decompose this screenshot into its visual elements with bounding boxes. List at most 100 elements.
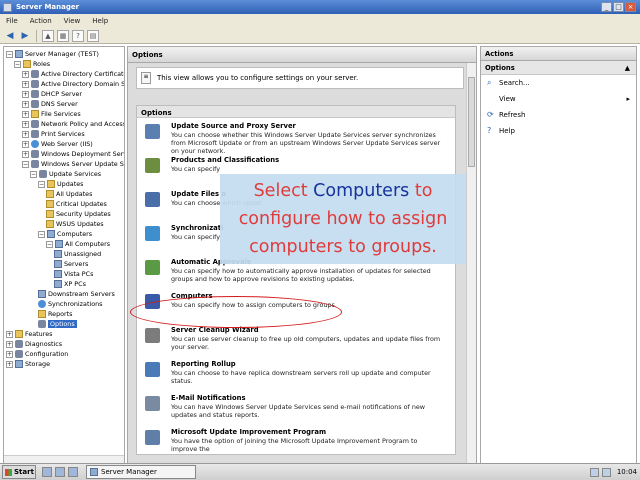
volume-tray-icon[interactable]	[601, 467, 611, 477]
tree-node[interactable]: Synchronizations	[38, 299, 103, 309]
option-title[interactable]: Synchronizati	[171, 224, 223, 232]
help-toolbar-icon[interactable]: ?	[72, 29, 84, 42]
tree-node[interactable]: Reports	[38, 309, 73, 319]
option-item[interactable]: Server Cleanup Wizard You can use server …	[143, 326, 449, 364]
option-title[interactable]: Update Files a	[171, 190, 226, 198]
show-hide-tree-icon[interactable]: ▦	[57, 29, 69, 42]
option-item[interactable]: Microsoft Update Improvement Program You …	[143, 428, 449, 454]
computer-icon	[54, 270, 62, 278]
tree-node[interactable]: Unassigned	[54, 249, 101, 259]
expand-icon[interactable]: +	[22, 150, 29, 158]
taskbar-server-manager[interactable]: Server Manager	[86, 465, 196, 479]
server-manager-quicklaunch-icon[interactable]	[42, 467, 52, 477]
navigation-tree[interactable]: − Server Manager (TEST) − Roles + Active Dire…	[3, 46, 125, 466]
tree-node[interactable]: − Update Services	[30, 169, 101, 179]
back-icon[interactable]: ◀	[4, 30, 16, 42]
maximize-button[interactable]: □	[613, 2, 624, 12]
powershell-quicklaunch-icon[interactable]	[55, 467, 65, 477]
tree-node[interactable]: + Active Directory Certificate	[22, 69, 124, 79]
collapse-arrow-icon[interactable]: ▲	[625, 64, 630, 72]
tree-node[interactable]: All Updates	[46, 189, 92, 199]
tree-node[interactable]: + Network Policy and Access	[22, 119, 124, 129]
tree-node-label: Updates	[57, 180, 84, 188]
tree-node[interactable]: + Active Directory Domain Se	[22, 79, 124, 89]
tree-node[interactable]: WSUS Updates	[46, 219, 104, 229]
tree-node[interactable]: Vista PCs	[54, 269, 93, 279]
expand-icon[interactable]: +	[6, 360, 13, 368]
option-item[interactable]: Update Source and Proxy Server You can ch…	[143, 122, 449, 160]
menu-help[interactable]: Help	[92, 17, 108, 25]
tree-node[interactable]: − Roles	[14, 59, 50, 69]
collapse-icon[interactable]: −	[30, 170, 37, 178]
collapse-icon[interactable]: −	[6, 50, 13, 58]
expand-icon[interactable]: +	[6, 330, 13, 338]
collapse-icon[interactable]: −	[22, 160, 29, 168]
tree-node[interactable]: Options	[38, 319, 77, 329]
tree-node[interactable]: + Diagnostics	[6, 339, 62, 349]
folder-icon	[31, 110, 39, 118]
menu-file[interactable]: File	[6, 17, 18, 25]
tree-node[interactable]: + Features	[6, 329, 52, 339]
tree-node[interactable]: + DHCP Server	[22, 89, 82, 99]
scrollbar-thumb[interactable]	[468, 77, 475, 167]
tree-node[interactable]: + Storage	[6, 359, 50, 369]
tree-node[interactable]: Downstream Servers	[38, 289, 115, 299]
collapse-icon[interactable]: −	[38, 230, 45, 238]
menu-view[interactable]: View	[64, 17, 81, 25]
expand-icon[interactable]: +	[22, 120, 29, 128]
tree-node[interactable]: − Computers	[38, 229, 92, 239]
up-level-icon[interactable]: ▲	[42, 29, 54, 42]
tree-node[interactable]: Critical Updates	[46, 199, 107, 209]
expand-icon[interactable]: +	[22, 70, 29, 78]
start-button[interactable]: Start	[2, 465, 36, 479]
action-item[interactable]: ? Help	[481, 123, 636, 139]
expand-icon[interactable]: +	[22, 80, 29, 88]
tree-node[interactable]: − Server Manager (TEST)	[6, 49, 99, 59]
collapse-icon[interactable]: −	[38, 180, 45, 188]
menu-action[interactable]: Action	[30, 17, 52, 25]
tree-node[interactable]: + DNS Server	[22, 99, 78, 109]
option-title[interactable]: Microsoft Update Improvement Program	[171, 428, 326, 436]
expand-icon[interactable]: +	[22, 90, 29, 98]
tree-node[interactable]: Security Updates	[46, 209, 111, 219]
option-icon	[145, 226, 160, 241]
center-vertical-scrollbar[interactable]	[466, 63, 476, 465]
network-tray-icon[interactable]	[589, 467, 599, 477]
tree-node[interactable]: + Web Server (IIS)	[22, 139, 93, 149]
tree-node[interactable]: XP PCs	[54, 279, 86, 289]
properties-icon[interactable]: ▤	[87, 29, 99, 42]
expand-icon[interactable]: +	[22, 130, 29, 138]
option-item[interactable]: Reporting Rollup You can choose to have r…	[143, 360, 449, 398]
action-item[interactable]: ⌕ Search...	[481, 75, 636, 91]
tree-node-label: Windows Server Update Se	[41, 160, 125, 168]
tree-node[interactable]: Servers	[54, 259, 88, 269]
forward-icon[interactable]: ▶	[19, 30, 31, 42]
collapse-icon[interactable]: −	[46, 240, 53, 248]
expand-icon[interactable]: +	[22, 140, 29, 148]
option-title[interactable]: Update Source and Proxy Server	[171, 122, 296, 130]
expand-icon[interactable]: +	[6, 350, 13, 358]
tree-node[interactable]: − Windows Server Update Se	[22, 159, 125, 169]
tree-node[interactable]: + Windows Deployment Servi	[22, 149, 124, 159]
action-item[interactable]: ⟳ Refresh	[481, 107, 636, 123]
tree-node[interactable]: − All Computers	[46, 239, 110, 249]
actions-section-options[interactable]: Options ▲	[481, 61, 636, 75]
option-title[interactable]: E-Mail Notifications	[171, 394, 246, 402]
expand-icon[interactable]: +	[6, 340, 13, 348]
expand-icon[interactable]: +	[22, 110, 29, 118]
action-label: Search...	[499, 79, 530, 87]
close-button[interactable]: ×	[625, 2, 636, 12]
tree-node[interactable]: + File Services	[22, 109, 81, 119]
tree-node[interactable]: − Updates	[38, 179, 83, 189]
explorer-quicklaunch-icon[interactable]	[68, 467, 78, 477]
option-title[interactable]: Reporting Rollup	[171, 360, 236, 368]
option-title[interactable]: Products and Classifications	[171, 156, 279, 164]
collapse-icon[interactable]: −	[14, 60, 21, 68]
expand-icon[interactable]: +	[22, 100, 29, 108]
tree-node[interactable]: + Configuration	[6, 349, 68, 359]
option-item[interactable]: E-Mail Notifications You can have Windows…	[143, 394, 449, 432]
computer-icon	[15, 360, 23, 368]
action-item[interactable]: View ▸	[481, 91, 636, 107]
minimize-button[interactable]: _	[601, 2, 612, 12]
tree-node[interactable]: + Print Services	[22, 129, 85, 139]
